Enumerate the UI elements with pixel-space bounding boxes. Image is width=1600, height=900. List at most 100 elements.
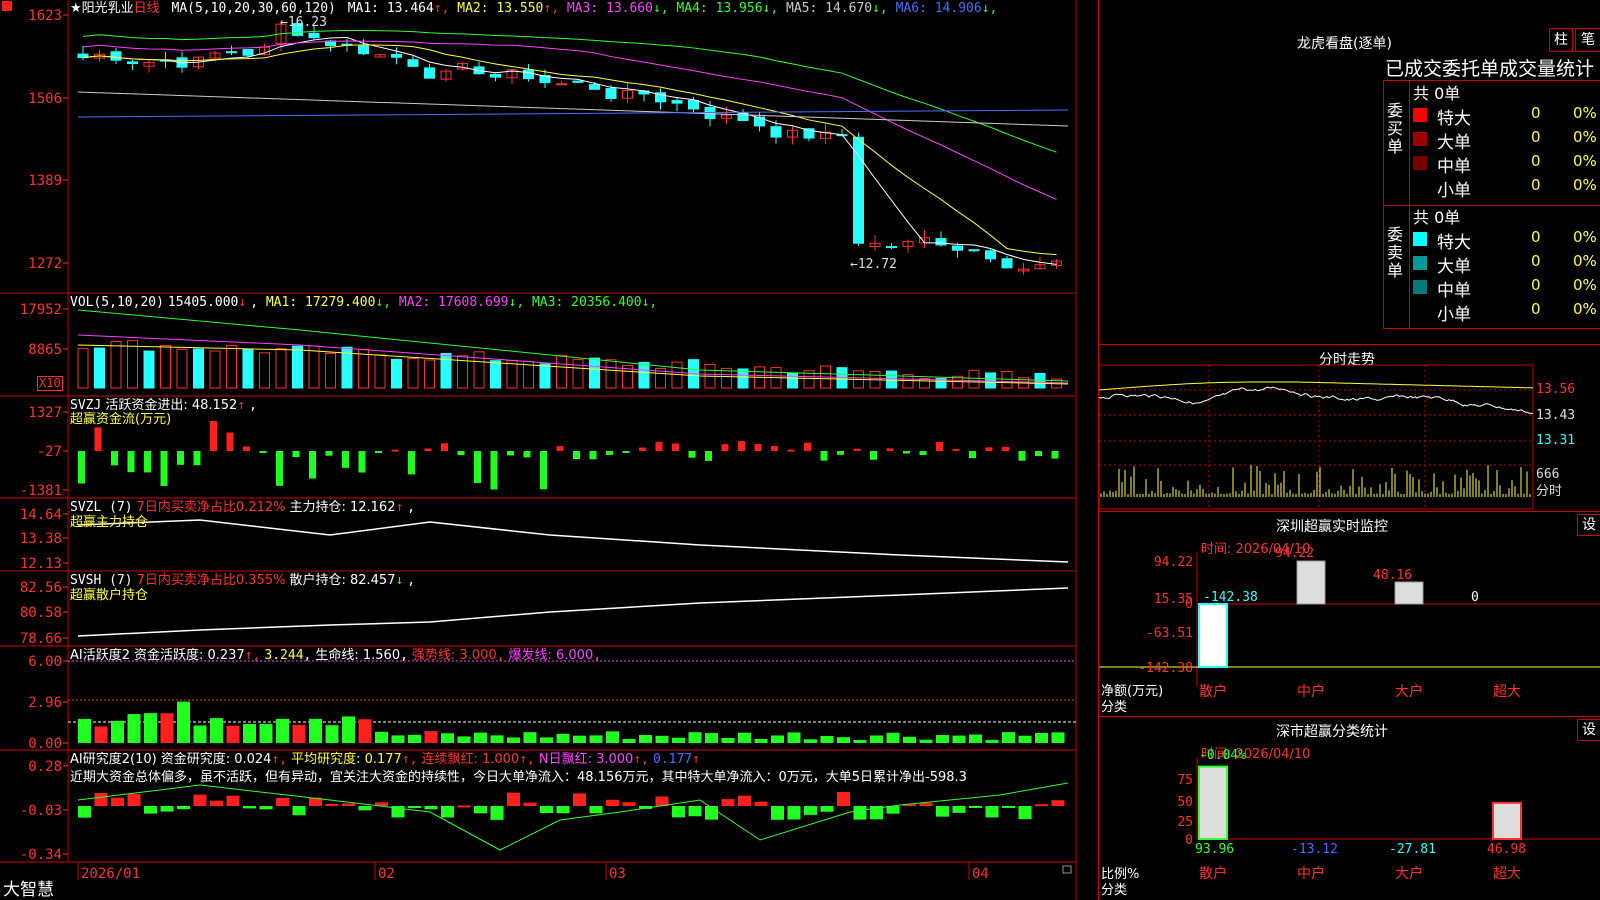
- ai-research-bar: [969, 806, 982, 808]
- ai-active-bar: [672, 737, 685, 743]
- sz-class-cat-0: 散户: [1199, 865, 1227, 882]
- app-name[interactable]: 大智慧: [3, 881, 54, 900]
- svzj-ytick-0: 1327: [28, 405, 62, 421]
- vol-bar: [110, 340, 122, 389]
- ai-active-bar: [1035, 732, 1048, 743]
- candle-body: [886, 246, 897, 249]
- ai-active-bar: [292, 724, 306, 743]
- candle-body: [952, 245, 963, 251]
- ai-active-bar: [804, 739, 817, 743]
- ai-research-bar: [127, 793, 141, 806]
- ai-research-ytick-0: 0.28: [28, 759, 62, 775]
- lhb-buy-row-1-pct: 0%: [1573, 128, 1597, 146]
- svzj-bar: [837, 451, 844, 455]
- ma1-line: [82, 36, 1057, 265]
- vol-legend: VOL(5,10,20) 15405.000↓, MA1: 17279.400↓,…: [70, 295, 661, 310]
- ai-research-line: [77, 782, 1069, 851]
- ai-active-life: 生命线: 1.560: [315, 648, 401, 663]
- svzj-bar: [292, 451, 300, 458]
- sz-class-cat-1: 中户: [1297, 865, 1325, 882]
- ai-research-bar: [193, 794, 207, 806]
- lhb-buy-swatch-1: [1413, 132, 1427, 146]
- lhb-bar-button[interactable]: 柱: [1549, 28, 1573, 52]
- ai-research-bar: [276, 797, 289, 806]
- ai-active-prefix: AI活跃度2: [70, 648, 130, 663]
- svzl-ratio: 7日内买卖净占比0.212%: [136, 500, 286, 515]
- ai-active-bar: [952, 735, 966, 743]
- sz-monitor-bar-1: [1296, 560, 1326, 605]
- ai-active-bar: [919, 739, 933, 743]
- candle-body: [985, 250, 996, 260]
- lhb-sell-row-2-pct: 0%: [1573, 276, 1597, 294]
- sz-class-bar-3: [1492, 801, 1522, 840]
- ai-research-bar: [837, 792, 850, 806]
- ai-active-bar: [144, 713, 157, 743]
- ai-active-bar: [309, 718, 322, 743]
- svzl-ytick-2: 12.13: [20, 556, 62, 572]
- ai-active-label: 资金活跃度: 0.237: [134, 648, 245, 663]
- ma2-line: [82, 44, 1057, 256]
- ma-arrow-1: ↑,: [433, 1, 450, 16]
- ai-research-bar: [1018, 806, 1032, 820]
- svsh-hold: 散户持仓: 82.457: [289, 573, 396, 588]
- ai-active-bar: [969, 734, 982, 743]
- candle-body: [407, 59, 419, 67]
- svzj-bar: [1035, 451, 1042, 457]
- ma-prefix: MA(5,10,20,30,60,120): [171, 1, 336, 16]
- ai-research-nday: N日飘红: 3.000: [538, 752, 634, 767]
- ai-research-prefix: AI研究度2(10): [70, 752, 157, 767]
- intraday-panel[interactable]: 分时走势 13.56 13.43 13.31 666 分时: [1098, 345, 1600, 512]
- ai-active-bar: [1051, 732, 1065, 743]
- svzj-bar: [738, 441, 745, 451]
- sz-class-cat-3: 超大: [1493, 866, 1521, 882]
- ai-research-bar: [936, 806, 949, 817]
- lhb-buy-row-1-name: 大单: [1437, 133, 1471, 153]
- intraday-price-tick-2: 13.31: [1536, 433, 1575, 448]
- vol-bar: [193, 348, 204, 389]
- vol-bar: [143, 350, 155, 389]
- ai-research-label: 资金研究度: 0.024: [160, 752, 272, 767]
- ai-research-bar: [556, 806, 570, 814]
- candle-body: [226, 51, 237, 54]
- period-label[interactable]: 日线: [134, 1, 160, 16]
- intraday-chart[interactable]: 13.56 13.43 13.31 666 分时: [1099, 345, 1600, 512]
- vol-ma-values: , MA1: 17279.400↓, MA2: 17608.699↓, MA3:…: [250, 295, 657, 310]
- sz-monitor-bar-0: [1198, 603, 1228, 668]
- vol-unit-badge[interactable]: X10: [37, 376, 63, 391]
- lhb-buy-row-3-vol: 0: [1531, 176, 1541, 194]
- vol-bar: [440, 353, 452, 389]
- svzj-bar: [507, 451, 514, 456]
- ai-active-bar: [721, 737, 735, 743]
- ai-active-bar: [639, 735, 652, 743]
- lhb-brush-button[interactable]: 笔: [1575, 28, 1600, 52]
- ai-research-bar: [78, 806, 91, 818]
- ai-active-bar: [540, 737, 553, 743]
- ai-active-bar: [705, 733, 718, 743]
- vol-bar: [160, 345, 171, 389]
- svzj-bar: [804, 442, 811, 451]
- lhb-sell-swatch-2: [1413, 280, 1427, 294]
- ai-research-bar: [1051, 800, 1065, 806]
- svzj-bar: [853, 448, 861, 451]
- svzj-legend: SVZJ 活跃资金进出: 48.152↑,: [70, 398, 257, 413]
- vol-prefix: VOL(5,10,20): [70, 295, 164, 310]
- ai-research-bar: [243, 806, 256, 809]
- price-legend: ★阳光乳业日线 MA(5,10,20,30,60,120) MA1: 13.46…: [70, 1, 1001, 16]
- lhb-buy-row-1-vol: 0: [1531, 128, 1541, 146]
- candle-body: [671, 100, 683, 104]
- ai-research-bar: [1035, 804, 1048, 807]
- ai-research-bar: [606, 799, 619, 806]
- ai-research-ytick-1: -0.03: [20, 803, 62, 819]
- date-tick-0: 2026/01: [81, 866, 140, 882]
- ai-research-bar: [853, 806, 867, 820]
- stock-name[interactable]: ★阳光乳业: [70, 1, 134, 16]
- vol-bar: [638, 361, 650, 389]
- ai-active-bar: [78, 718, 91, 743]
- svzj-bar: [903, 451, 910, 454]
- vol-bar: [259, 352, 270, 389]
- ma-arrow-4: ↓,: [762, 1, 779, 16]
- stock-marker-icon[interactable]: [2, 1, 12, 11]
- ai-active-bar: [193, 725, 207, 743]
- ai-research-bar: [457, 805, 471, 808]
- svzj-prefix: SVZJ: [70, 398, 102, 413]
